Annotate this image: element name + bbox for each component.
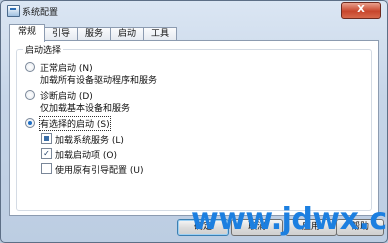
- diagnostic-startup-description: 仅加载基本设备和服务: [40, 104, 131, 114]
- general-tab-panel: 启动选择 正常启动 (N) 加载所有设备驱动程序和服务 诊断启动 (D) 仅加载…: [9, 40, 379, 216]
- tab-tools[interactable]: 工具: [143, 27, 177, 41]
- selective-startup-label[interactable]: 有选择的启动 (S): [39, 116, 111, 131]
- tab-services[interactable]: 服务: [77, 27, 111, 41]
- tab-boot[interactable]: 引导: [44, 27, 78, 41]
- load-system-services-label[interactable]: 加载系统服务 (L): [55, 133, 124, 146]
- window-title: 系统配置: [22, 8, 59, 18]
- use-original-boot-config-label[interactable]: 使用原有引导配置 (U): [55, 163, 143, 176]
- load-startup-items-label[interactable]: 加载启动项 (O): [55, 148, 117, 161]
- normal-startup-description: 加载所有设备驱动程序和服务: [40, 76, 158, 86]
- tab-general[interactable]: 常规: [9, 24, 45, 42]
- diagnostic-startup-radio[interactable]: [25, 90, 35, 100]
- system-config-app-icon: [7, 5, 20, 17]
- title-bar[interactable]: 系统配置 X: [1, 1, 387, 21]
- startup-selection-title: 启动选择: [23, 43, 64, 56]
- tab-startup[interactable]: 启动: [110, 27, 144, 41]
- startup-selection-group: 启动选择 正常启动 (N) 加载所有设备驱动程序和服务 诊断启动 (D) 仅加载…: [16, 43, 372, 211]
- close-button[interactable]: X: [341, 2, 381, 19]
- selective-startup-radio[interactable]: [25, 118, 35, 128]
- watermark-text: www.jdwx.cn: [191, 202, 388, 237]
- load-system-services-checkbox[interactable]: [41, 133, 52, 144]
- normal-startup-radio[interactable]: [25, 62, 35, 72]
- system-configuration-window: 系统配置 X 常规 引导 服务 启动 工具 启动选择 正常启动 (N) 加载所有…: [0, 0, 388, 243]
- load-startup-items-checkbox[interactable]: ✓: [41, 148, 52, 159]
- use-original-boot-config-checkbox[interactable]: [41, 163, 52, 174]
